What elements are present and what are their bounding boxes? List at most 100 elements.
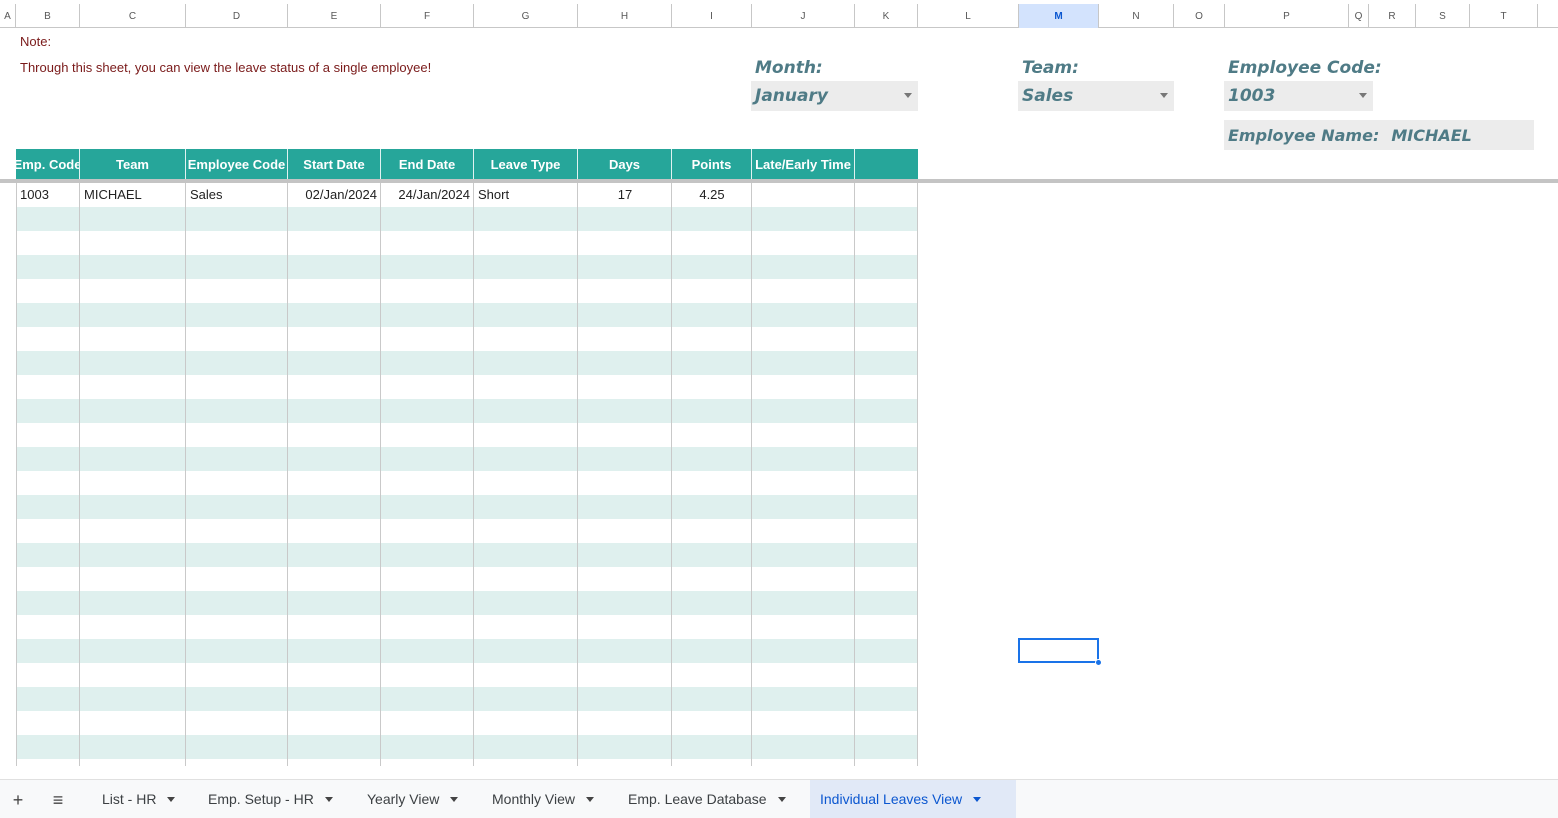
employee-name-value: MICHAEL [1391,125,1472,145]
month-value: January [755,86,828,106]
column-header-q[interactable]: Q [1349,4,1369,28]
tab-label: List - HR [102,791,157,807]
header-employee-code[interactable]: Employee Code [186,149,288,179]
gridline [854,183,855,766]
column-header-j[interactable]: J [752,4,855,28]
header-end-date[interactable]: End Date [381,149,474,179]
table-header-row: Emp. Code Team Employee Code Start Date … [16,149,918,179]
sheet-tab-bar: + ≡ List - HR Emp. Setup - HR Yearly Vie… [0,779,1558,818]
header-points[interactable]: Points [672,149,752,179]
tab-label: Yearly View [367,791,440,807]
column-header-l[interactable]: L [918,4,1019,28]
table-band-row [16,399,918,423]
add-sheet-icon[interactable]: + [6,788,30,812]
employee-code-dropdown[interactable]: 1003 [1224,81,1373,111]
tab-label: Individual Leaves View [820,791,963,807]
dropdown-arrow-icon [904,93,912,98]
tab-emp-setup-hr[interactable]: Emp. Setup - HR [198,780,343,818]
header-emp-code[interactable]: Emp. Code [16,149,80,179]
cell-emp-code[interactable]: 1003 [16,183,80,206]
cell-points[interactable]: 4.25 [672,183,752,206]
team-value: Sales [1022,86,1074,106]
cell-start-date[interactable]: 02/Jan/2024 [288,183,381,206]
column-header-c[interactable]: C [80,4,186,28]
column-header-p[interactable]: P [1225,4,1349,28]
column-header-n[interactable]: N [1099,4,1174,28]
column-header-h[interactable]: H [578,4,672,28]
gridline [577,183,578,766]
dropdown-arrow-icon [1160,93,1168,98]
column-header-e[interactable]: E [288,4,381,28]
table-band-row [16,351,918,375]
table-band-row [16,495,918,519]
table-band-row [16,639,918,663]
cell-blank[interactable] [855,183,918,206]
employee-name-label: Employee Name: [1228,125,1380,145]
column-header-r[interactable]: R [1369,4,1416,28]
table-band-row [16,207,918,231]
dropdown-arrow-icon [1359,93,1367,98]
column-header-m[interactable]: M [1019,4,1099,28]
tab-yearly-view[interactable]: Yearly View [357,780,468,818]
column-header-o[interactable]: O [1174,4,1225,28]
tab-monthly-view[interactable]: Monthly View [482,780,604,818]
header-start-date[interactable]: Start Date [288,149,381,179]
tab-caret-icon[interactable] [586,796,595,802]
column-header-k[interactable]: K [855,4,918,28]
note-title: Note: [20,34,52,49]
tab-caret-icon[interactable] [167,796,176,802]
tab-caret-icon[interactable] [973,796,982,802]
tab-label: Emp. Setup - HR [208,791,314,807]
header-team[interactable]: Team [80,149,186,179]
fill-handle[interactable] [1095,659,1102,666]
tab-caret-icon[interactable] [324,796,333,802]
table-band-row [16,687,918,711]
cell-days[interactable]: 17 [578,183,672,206]
selected-cell[interactable] [1018,638,1099,663]
gridline [287,183,288,766]
table-band-row [16,303,918,327]
cell-team[interactable]: MICHAEL [80,183,186,206]
table-band-row [16,447,918,471]
tab-individual-leaves-view[interactable]: Individual Leaves View [810,780,1016,818]
employee-code-value: 1003 [1228,86,1276,106]
tab-list-hr[interactable]: List - HR [92,780,185,818]
header-leave-type[interactable]: Leave Type [474,149,578,179]
gridline [473,183,474,766]
all-sheets-menu-icon[interactable]: ≡ [46,788,70,812]
column-header-a[interactable]: A [0,4,16,28]
column-header-bar: A B C D E F G H I J K L M N O P Q R S T [0,4,1558,28]
gridline [79,183,80,766]
tab-caret-icon[interactable] [777,796,786,802]
table-band-row [16,591,918,615]
note-text: Through this sheet, you can view the lea… [20,60,432,75]
table-band-row [16,735,918,759]
cell-leave-type[interactable]: Short [474,183,578,206]
month-dropdown[interactable]: January [751,81,918,111]
tab-caret-icon[interactable] [450,796,459,802]
header-blank[interactable] [855,149,918,179]
column-header-f[interactable]: F [381,4,474,28]
gridline [380,183,381,766]
column-header-s[interactable]: S [1416,4,1470,28]
table-band-row [16,543,918,567]
cell-end-date[interactable]: 24/Jan/2024 [381,183,474,206]
gridline [185,183,186,766]
gridline [917,183,918,766]
team-dropdown[interactable]: Sales [1018,81,1174,111]
table-band-row [16,255,918,279]
column-header-d[interactable]: D [186,4,288,28]
column-header-i[interactable]: I [672,4,752,28]
column-header-t[interactable]: T [1470,4,1538,28]
column-header-g[interactable]: G [474,4,578,28]
cell-late-early-time[interactable] [752,183,855,206]
employee-name-cell[interactable]: Employee Name: MICHAEL [1224,120,1534,150]
cell-employee-code[interactable]: Sales [186,183,288,206]
header-late-early-time[interactable]: Late/Early Time [752,149,855,179]
gridline [751,183,752,766]
gridline [16,183,17,766]
tab-emp-leave-database[interactable]: Emp. Leave Database [618,780,796,818]
team-label: Team: [1022,58,1079,78]
header-days[interactable]: Days [578,149,672,179]
column-header-b[interactable]: B [16,4,80,28]
